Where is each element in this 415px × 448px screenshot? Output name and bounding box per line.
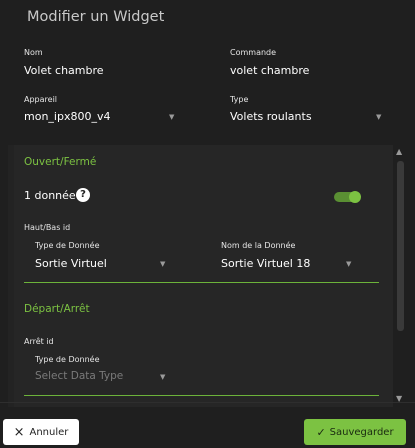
data-type-label: Type de Donnée [35,241,100,250]
open-close-section-title: Ouvert/Fermé [24,156,97,168]
data-sections-scroll-area[interactable]: Ouvert/Fermé 1 donnée ? Haut/Bas id Type… [8,145,408,407]
dialog-title: Modifier un Widget [27,9,165,25]
data-type-select[interactable]: Sortie Virtuel [35,257,107,270]
nom-input[interactable]: Volet chambre [24,64,104,77]
data-type-label: Type de Donnée [35,355,100,364]
vertical-scrollbar[interactable]: ▲ ▼ [393,145,408,407]
nom-label: Nom [24,48,43,57]
data-sections-panel: Ouvert/Fermé 1 donnée ? Haut/Bas id Type… [14,145,393,407]
check-icon: ✓ [316,425,326,439]
close-icon: × [13,424,25,440]
section-divider [24,395,379,396]
chevron-down-icon[interactable]: ▼ [346,260,351,268]
toggle-knob [349,191,361,203]
chevron-down-icon[interactable]: ▼ [169,113,174,121]
data-name-select[interactable]: Sortie Virtuel 18 [221,257,310,270]
haut-bas-id-label: Haut/Bas id [24,223,71,232]
data-toggle[interactable] [334,191,361,203]
modify-widget-dialog: Modifier un Widget Nom Volet chambre Com… [0,0,415,448]
data-count-label: 1 donnée [24,189,76,202]
chevron-down-icon[interactable]: ▼ [160,373,165,381]
save-button[interactable]: ✓ Sauvegarder [304,419,406,445]
appareil-label: Appareil [24,95,58,104]
chevron-down-icon[interactable]: ▼ [160,260,165,268]
scroll-up-icon[interactable]: ▲ [396,147,402,156]
data-type-select[interactable]: Select Data Type [35,370,123,382]
chevron-down-icon[interactable]: ▼ [376,113,381,121]
save-button-label: Sauvegarder [329,426,394,438]
appareil-select[interactable]: mon_ipx800_v4 [24,110,110,123]
type-select[interactable]: Volets roulants [230,110,312,123]
commande-label: Commande [230,48,277,57]
cancel-button[interactable]: × Annuler [3,419,79,445]
footer-divider [0,402,415,403]
dialog-footer: × Annuler ✓ Sauvegarder [0,412,415,448]
cancel-button-label: Annuler [29,426,69,438]
commande-input[interactable]: volet chambre [230,64,309,77]
data-name-label: Nom de la Donnée [221,241,296,250]
start-stop-section-title: Départ/Arrêt [24,303,90,315]
section-divider [24,282,379,283]
help-icon[interactable]: ? [76,188,90,202]
scrollbar-thumb[interactable] [397,161,404,331]
arret-id-label: Arrêt id [24,337,54,346]
type-label: Type [230,95,249,104]
